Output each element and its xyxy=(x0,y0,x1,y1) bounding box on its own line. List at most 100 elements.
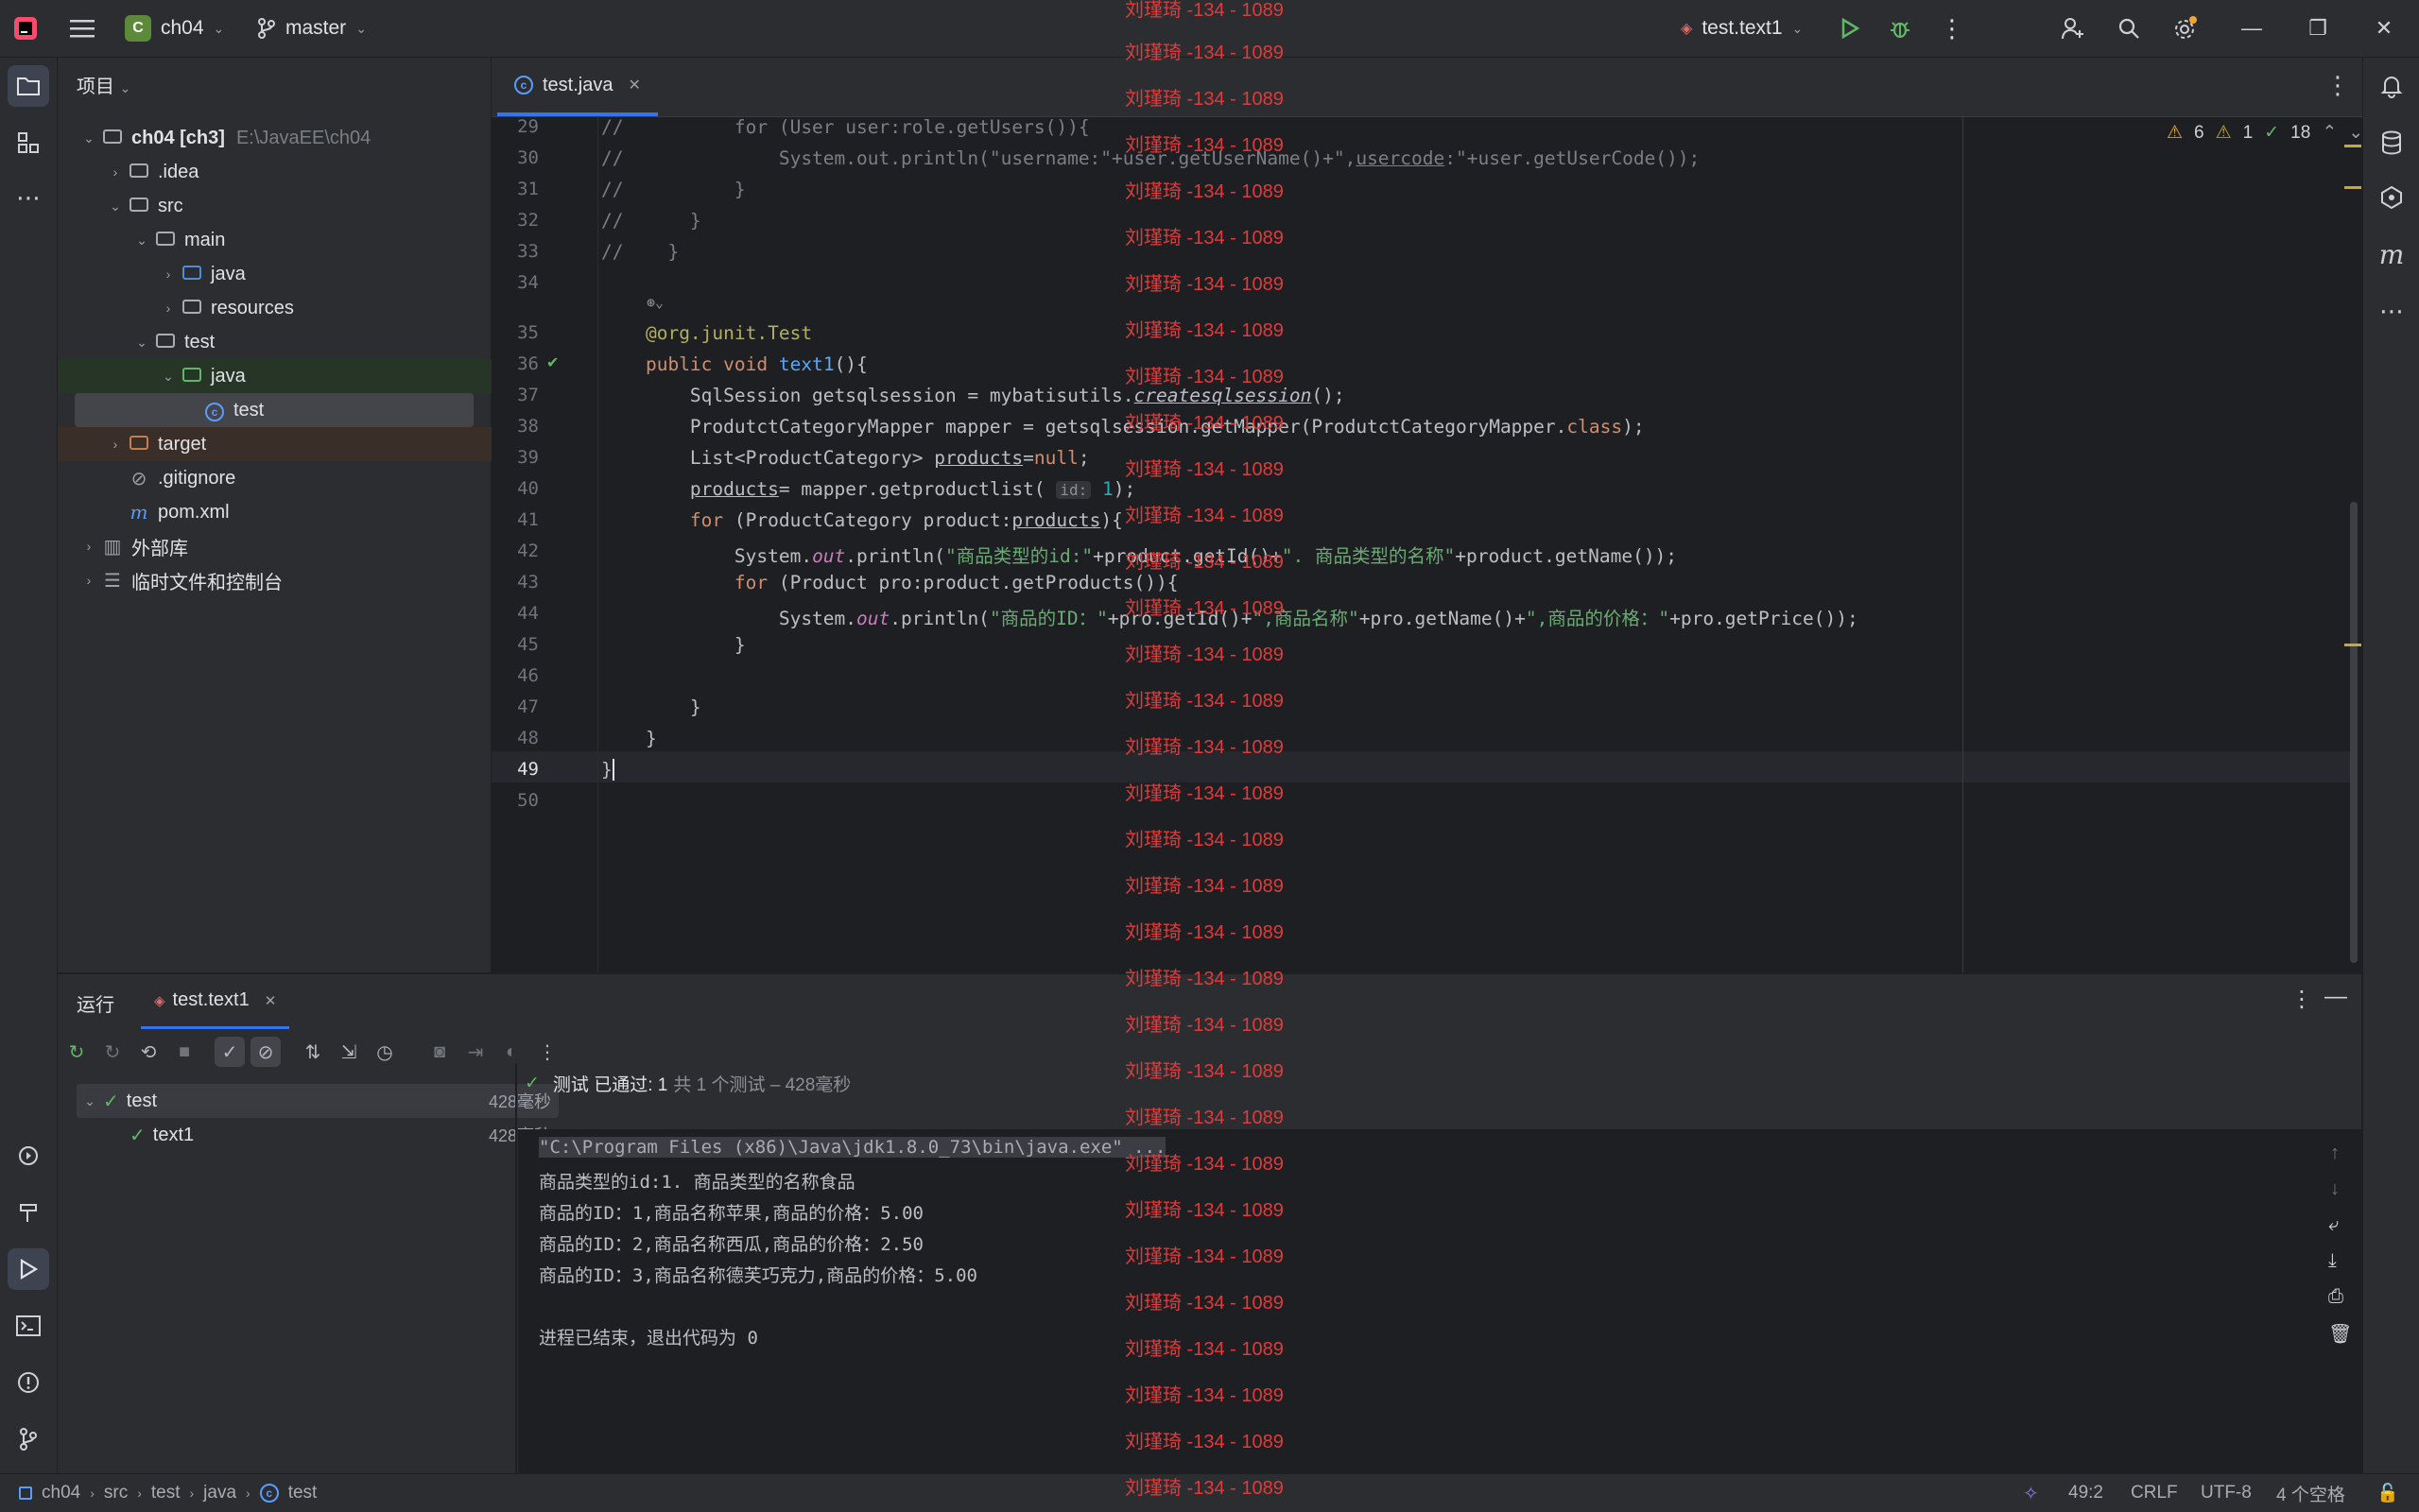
chevron-right-icon: › xyxy=(189,1486,195,1501)
tree-item-src[interactable]: ⌄ src xyxy=(58,189,538,223)
title-bar: C ch04 ⌄ master ⌄ ◈ test.text1 ⌄ ⋮ — ❐ ✕ xyxy=(0,0,2419,58)
more-tool-windows-icon[interactable]: ⋯ xyxy=(2371,290,2412,332)
test-tree-item-method[interactable]: ✓ text1 428毫秒 xyxy=(77,1118,559,1152)
stop-icon[interactable]: ■ xyxy=(169,1037,199,1067)
run-tool-window-icon[interactable] xyxy=(8,1248,49,1290)
ai-assistant-icon[interactable]: ✧ xyxy=(2023,1474,2039,1512)
rerun-icon[interactable]: ↻ xyxy=(61,1037,92,1067)
tree-item-target[interactable]: › target xyxy=(58,427,538,461)
sort-by-duration-icon[interactable]: ⇲ xyxy=(334,1037,364,1067)
structure-icon[interactable] xyxy=(8,122,49,163)
restore-window-icon[interactable]: ❐ xyxy=(2291,0,2344,57)
rerun-failed-icon[interactable]: ↻ xyxy=(97,1037,128,1067)
tree-item-idea[interactable]: › .idea xyxy=(58,155,538,189)
sort-alphabetically-icon[interactable]: ⇅ xyxy=(298,1037,328,1067)
tree-item-pom[interactable]: m pom.xml xyxy=(58,495,559,529)
search-icon[interactable] xyxy=(2117,0,2140,57)
test-name: test xyxy=(126,1090,158,1111)
tree-item-scratches[interactable]: › ☰ 临时文件和控制台 xyxy=(58,563,511,597)
run-test-gutter-icon[interactable]: ✔ xyxy=(546,353,559,372)
console-line: 商品的ID：2,商品名称西瓜,商品的价格：2.50 xyxy=(539,1234,924,1255)
more-actions-icon[interactable]: ⋮ xyxy=(532,1037,562,1067)
run-config-name: test.text1 xyxy=(1702,17,1783,39)
folder-icon xyxy=(152,230,179,251)
code-editor[interactable]: c test.java ✕ ⋮ ⚠ 6 ⚠ 1 ✓ 18 ⌃ ⌄ 29 30 31 3… xyxy=(492,58,2363,972)
print-icon[interactable]: ⎙ xyxy=(2328,1286,2343,1308)
line-separator[interactable]: CRLF xyxy=(2131,1474,2178,1512)
scroll-to-end-icon[interactable]: ⤓ xyxy=(2328,1250,2337,1272)
file-encoding[interactable]: UTF-8 xyxy=(2201,1474,2252,1512)
chevron-up-icon[interactable]: ⌃ xyxy=(2322,122,2337,144)
more-actions-icon[interactable]: ⋮ xyxy=(1940,0,1964,57)
breadcrumb-item[interactable]: ch04 xyxy=(42,1483,80,1503)
error-stripe-mark[interactable] xyxy=(2344,145,2361,147)
test-history-icon[interactable]: ◷ xyxy=(370,1037,400,1067)
indent-setting[interactable]: 4 个空格 xyxy=(2276,1474,2345,1512)
more-tool-windows-icon[interactable]: ⋯ xyxy=(8,177,49,218)
split-divider[interactable] xyxy=(515,1063,517,1474)
breadcrumb-item[interactable]: test xyxy=(151,1483,181,1503)
version-control-icon[interactable] xyxy=(8,1418,49,1460)
arrow-up-icon[interactable]: ↑ xyxy=(2330,1143,2340,1164)
tree-item-ch04[interactable]: ⌄ ch04 [ch3] E:\JavaEE\ch04 xyxy=(58,121,511,155)
show-ignored-icon[interactable]: ⊘ xyxy=(251,1037,281,1067)
branch-selector[interactable]: master ⌄ xyxy=(257,0,367,57)
project-folder-icon[interactable] xyxy=(8,65,49,107)
import-tests-icon[interactable]: ⇥ xyxy=(460,1037,491,1067)
services-icon[interactable] xyxy=(8,1135,49,1177)
read-only-lock-icon[interactable]: 🔓 xyxy=(2376,1474,2399,1512)
author-inlay-icon[interactable]: ⊛⌄ xyxy=(647,294,664,311)
error-stripe-mark[interactable] xyxy=(2344,186,2361,189)
maven-icon[interactable]: m xyxy=(2371,233,2412,275)
soft-wrap-icon[interactable]: ⤶ xyxy=(2328,1214,2339,1236)
notifications-bell-icon[interactable] xyxy=(2371,65,2412,107)
close-tab-icon[interactable]: ✕ xyxy=(265,992,277,1009)
code-line: for (Product pro:product.getProducts()){ xyxy=(734,572,1179,593)
export-snapshot-icon[interactable]: ◙ xyxy=(424,1037,455,1067)
tree-item-external-libraries[interactable]: › ▥ 外部库 xyxy=(58,529,511,563)
ai-assistant-icon[interactable] xyxy=(2371,177,2412,218)
breadcrumb-item[interactable]: java xyxy=(203,1483,236,1503)
project-selector[interactable]: C ch04 ⌄ xyxy=(125,0,224,57)
add-user-icon[interactable] xyxy=(2061,0,2085,57)
clear-trash-icon[interactable]: 🗑 xyxy=(2328,1322,2352,1346)
terminal-icon[interactable] xyxy=(8,1305,49,1347)
database-icon[interactable] xyxy=(2371,122,2412,163)
toggle-auto-test-icon[interactable]: ⟲ xyxy=(133,1037,164,1067)
close-window-icon[interactable]: ✕ xyxy=(2358,0,2410,57)
breadcrumb-item[interactable]: test xyxy=(288,1483,318,1503)
settings-gear-icon[interactable] xyxy=(2172,0,2199,57)
inspection-widget[interactable]: ⚠ 6 ⚠ 1 ✓ 18 ⌃ ⌄ xyxy=(2167,122,2363,144)
app-logo-icon[interactable] xyxy=(13,0,38,57)
console-output[interactable]: "C:\Program Files (x86)\Java\jdk1.8.0_73… xyxy=(518,1129,2361,1474)
chevron-down-icon[interactable]: ⌄ xyxy=(2348,122,2363,144)
show-passed-icon[interactable]: ✓ xyxy=(215,1037,245,1067)
run-button[interactable] xyxy=(1840,0,1860,57)
test-tree-item-class[interactable]: ⌄ ✓ test 428毫秒 xyxy=(77,1084,559,1118)
editor-scrollbar[interactable] xyxy=(2350,502,2358,963)
caret-position[interactable]: 49:2 xyxy=(2068,1474,2103,1512)
coverage-icon[interactable]: ◐ xyxy=(496,1037,527,1067)
debug-button[interactable] xyxy=(1889,0,1911,57)
run-panel-options-icon[interactable]: ⋮ xyxy=(2290,986,2313,1013)
problems-icon[interactable] xyxy=(8,1362,49,1403)
main-menu-icon[interactable] xyxy=(70,0,95,57)
minimize-window-icon[interactable]: — xyxy=(2225,0,2278,57)
close-tab-icon[interactable]: ✕ xyxy=(628,76,640,94)
chevron-down-icon: ⌄ xyxy=(1791,20,1804,36)
run-config-selector[interactable]: ◈ test.text1 ⌄ xyxy=(1681,0,1803,57)
hide-panel-icon[interactable]: — xyxy=(2324,984,2347,1010)
tree-item-main[interactable]: ⌄ main xyxy=(58,223,564,257)
tab-run-config[interactable]: ◈ test.text1 ✕ xyxy=(141,974,290,1029)
tree-item-gitignore[interactable]: ⊘ .gitignore xyxy=(58,461,559,495)
arrow-down-icon[interactable]: ↓ xyxy=(2330,1178,2340,1200)
breadcrumb-item[interactable]: src xyxy=(104,1483,128,1503)
git-branch-icon xyxy=(258,18,275,39)
project-panel-title[interactable]: 项目 ⌄ xyxy=(77,71,130,98)
tree-item-test-class[interactable]: c test xyxy=(75,393,474,427)
error-stripe-mark[interactable] xyxy=(2344,644,2361,646)
build-hammer-icon[interactable] xyxy=(8,1192,49,1233)
tab-test-java[interactable]: c test.java ✕ xyxy=(497,58,658,116)
tree-item-test[interactable]: ⌄ test xyxy=(58,325,564,359)
tab-options-icon[interactable]: ⋮ xyxy=(2325,71,2350,100)
